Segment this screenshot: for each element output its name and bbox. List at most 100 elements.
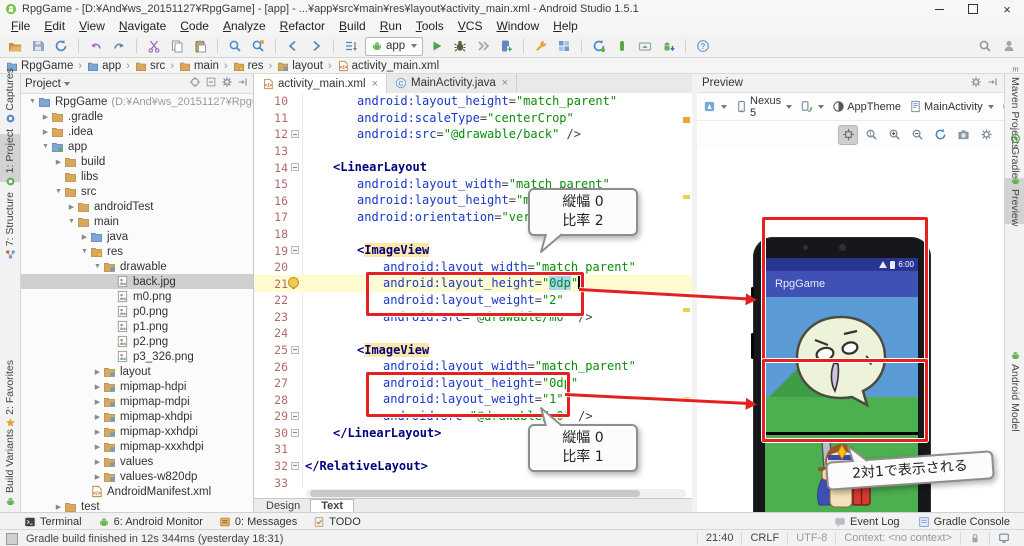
preview-options-button[interactable] bbox=[976, 125, 996, 145]
activity-selector[interactable]: MainActivity bbox=[906, 98, 997, 115]
pan-button[interactable] bbox=[838, 124, 858, 145]
tool-strip-item-project[interactable]: 1: Project bbox=[0, 129, 20, 186]
menu-item-view[interactable]: View bbox=[72, 18, 112, 35]
collapsed-arrow-icon[interactable]: ▶ bbox=[53, 158, 64, 166]
fold-marker[interactable] bbox=[291, 461, 299, 470]
tool-strip-item-favorites[interactable]: 2: Favorites bbox=[0, 360, 20, 427]
collapsed-arrow-icon[interactable]: ▶ bbox=[92, 473, 103, 481]
build-bar-button[interactable] bbox=[613, 37, 631, 55]
code-line-20[interactable]: 20 android:layout_width="match_parent" bbox=[254, 259, 692, 276]
copy-button[interactable] bbox=[168, 37, 186, 55]
code-area[interactable]: 10 android:layout_height="match_parent" 11… bbox=[254, 93, 692, 490]
close-button[interactable]: × bbox=[990, 0, 1024, 18]
expanded-arrow-icon[interactable]: ▼ bbox=[40, 143, 51, 150]
device-button[interactable] bbox=[497, 37, 515, 55]
tree-item-p2.png[interactable]: p2.png bbox=[21, 334, 253, 349]
error-stripe-mark[interactable] bbox=[683, 308, 690, 312]
open-button[interactable] bbox=[6, 37, 24, 55]
code-line-23[interactable]: 23 android:src="@drawable/m0" /> bbox=[254, 309, 692, 326]
tree-item-p1.png[interactable]: p1.png bbox=[21, 319, 253, 334]
tree-item-p3_326.png[interactable]: p3_326.png bbox=[21, 349, 253, 364]
tool-strip-item-captures[interactable]: Captures bbox=[0, 68, 20, 123]
maximize-button[interactable] bbox=[956, 0, 990, 18]
scrollbar-thumb[interactable] bbox=[310, 490, 640, 497]
editor-tab-activity_main.xml[interactable]: </> activity_main.xml × bbox=[254, 74, 387, 94]
code-line-27[interactable]: 27 android:layout_height="0dp" bbox=[254, 375, 692, 392]
menu-item-window[interactable]: Window bbox=[489, 18, 546, 35]
run-button[interactable] bbox=[428, 37, 446, 55]
code-line-11[interactable]: 11 android:scaleType="centerCrop" bbox=[254, 110, 692, 127]
tool-strip-item-gradle[interactable]: Gradle bbox=[1005, 134, 1024, 179]
code-line-12[interactable]: 12 android:src="@drawable/back" /> bbox=[254, 126, 692, 143]
close-tab-icon[interactable]: × bbox=[502, 77, 508, 89]
expanded-arrow-icon[interactable]: ▼ bbox=[92, 263, 103, 270]
user-button[interactable] bbox=[1000, 37, 1018, 55]
sdk-button[interactable] bbox=[659, 37, 677, 55]
forward-button[interactable] bbox=[307, 37, 325, 55]
lock-icon[interactable] bbox=[960, 532, 989, 545]
redo-button[interactable] bbox=[110, 37, 128, 55]
expanded-arrow-icon[interactable]: ▼ bbox=[27, 98, 38, 105]
tree-item-.gradle[interactable]: ▶ .gradle bbox=[21, 109, 253, 124]
code-line-32[interactable]: 32 </RelativeLayout> bbox=[254, 458, 692, 475]
code-line-22[interactable]: 22 android:layout_weight="2" bbox=[254, 292, 692, 309]
editor-tab-MainActivity.java[interactable]: C MainActivity.java × bbox=[387, 74, 518, 92]
code-line-17[interactable]: 17 android:orientation="vertical" > bbox=[254, 209, 692, 226]
tool-strip-item-mavenprojects[interactable]: m Maven Projects bbox=[1005, 63, 1024, 149]
tree-item-src[interactable]: ▼ src bbox=[21, 184, 253, 199]
breadcrumb-item-activity_main.xml[interactable]: </> activity_main.xml bbox=[337, 60, 439, 72]
fold-marker[interactable] bbox=[291, 163, 299, 172]
fold-marker[interactable] bbox=[291, 412, 299, 421]
menu-item-file[interactable]: File bbox=[4, 18, 37, 35]
code-line-28[interactable]: 28 android:layout_weight="1" bbox=[254, 391, 692, 408]
close-tab-icon[interactable]: × bbox=[372, 78, 378, 90]
highlighting-level-icon[interactable] bbox=[989, 532, 1018, 545]
tree-item-build[interactable]: ▶ build bbox=[21, 154, 253, 169]
zoom-out-button[interactable] bbox=[907, 125, 927, 145]
hide-preview-button[interactable] bbox=[987, 76, 999, 91]
menu-item-refactor[interactable]: Refactor bbox=[273, 18, 332, 35]
tree-item-mipmap-hdpi[interactable]: ▶ mipmap-hdpi bbox=[21, 379, 253, 394]
orientation-selector[interactable] bbox=[797, 98, 827, 115]
error-stripe-mark[interactable] bbox=[683, 195, 690, 199]
breadcrumb-item-app[interactable]: app bbox=[87, 60, 121, 72]
theme-selector[interactable]: AppTheme bbox=[829, 98, 904, 115]
collapsed-arrow-icon[interactable]: ▶ bbox=[92, 458, 103, 466]
toolwindow-androidmonitor[interactable]: 6: Android Monitor bbox=[98, 516, 203, 528]
code-line-25[interactable]: 25 <ImageView bbox=[254, 342, 692, 359]
locate-button[interactable] bbox=[189, 76, 201, 91]
search-button[interactable] bbox=[976, 37, 994, 55]
tree-item-values[interactable]: ▶ values bbox=[21, 454, 253, 469]
breadcrumb-item-layout[interactable]: layout bbox=[277, 60, 323, 72]
code-line-13[interactable]: 13 bbox=[254, 143, 692, 160]
help-button[interactable]: ? bbox=[694, 37, 712, 55]
zoom-in-button[interactable] bbox=[884, 125, 904, 145]
tree-item-mipmap-xhdpi[interactable]: ▶ mipmap-xhdpi bbox=[21, 409, 253, 424]
line-ending-selector[interactable]: CRLF bbox=[741, 532, 787, 545]
mode-tab-design[interactable]: Design bbox=[256, 500, 310, 512]
collapse-all-button[interactable] bbox=[205, 76, 217, 91]
code-line-16[interactable]: 16 android:layout_height="match_parent" bbox=[254, 192, 692, 209]
horizontal-scrollbar[interactable] bbox=[306, 489, 686, 498]
error-stripe-mark[interactable] bbox=[683, 397, 690, 401]
tree-item-androidTest[interactable]: ▶ androidTest bbox=[21, 199, 253, 214]
tree-item-app[interactable]: ▼ app bbox=[21, 139, 253, 154]
code-line-21[interactable]: 21 android:layout_height="0dp" bbox=[254, 275, 692, 292]
mode-tab-text[interactable]: Text bbox=[310, 499, 355, 512]
code-line-24[interactable]: 24 bbox=[254, 325, 692, 342]
tree-item-libs[interactable]: libs bbox=[21, 169, 253, 184]
back-button[interactable] bbox=[284, 37, 302, 55]
gradle-sync-button[interactable] bbox=[590, 37, 608, 55]
toolwindow-messages[interactable]: 0: Messages bbox=[219, 516, 297, 528]
tree-item-RpgGame[interactable]: ▼ RpgGame (D:¥And¥ws_20151127¥RpgGame) bbox=[21, 94, 253, 109]
collapsed-arrow-icon[interactable]: ▶ bbox=[92, 398, 103, 406]
cut-button[interactable] bbox=[145, 37, 163, 55]
save-button[interactable] bbox=[29, 37, 47, 55]
code-line-30[interactable]: 30 </LinearLayout> bbox=[254, 425, 692, 442]
wrench-button[interactable] bbox=[532, 37, 550, 55]
context-selector[interactable]: Context: <no context> bbox=[835, 532, 960, 545]
collapsed-arrow-icon[interactable]: ▶ bbox=[53, 503, 64, 511]
code-line-26[interactable]: 26 android:layout_width="match_parent" bbox=[254, 358, 692, 375]
code-line-18[interactable]: 18 bbox=[254, 226, 692, 243]
tree-item-test[interactable]: ▶ test bbox=[21, 499, 253, 513]
